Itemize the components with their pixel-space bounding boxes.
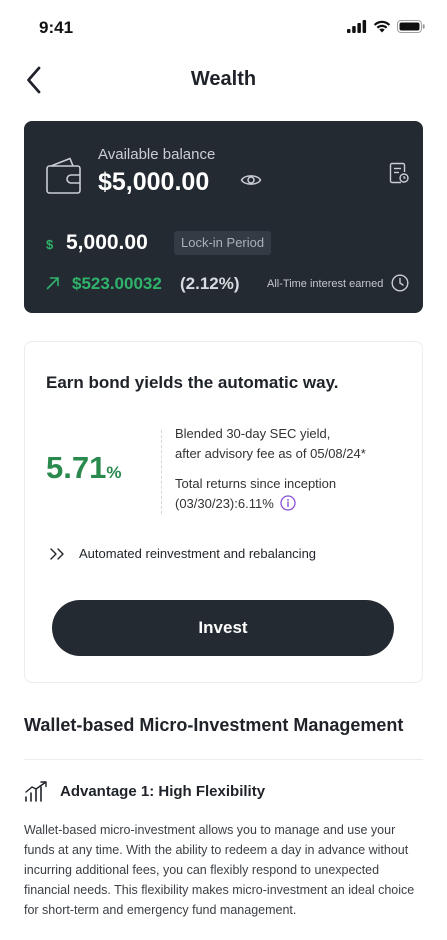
- yield-divider: [161, 430, 162, 514]
- nav-bar: Wealth: [0, 56, 447, 104]
- yield-description: Blended 30-day SEC yield, after advisory…: [175, 424, 415, 464]
- currency-symbol: $: [46, 237, 54, 252]
- locked-amount: 5,000.00: [66, 231, 148, 254]
- auto-reinvest-text: Automated reinvestment and rebalancing: [79, 546, 317, 561]
- yield-card: Earn bond yields the automatic way. 5.71…: [24, 341, 423, 683]
- signal-icon: [347, 20, 367, 33]
- status-icons: [347, 20, 425, 33]
- returns-line-2: (03/30/23):6.11%: [175, 496, 274, 511]
- double-chevron-right-icon: [50, 547, 64, 560]
- wallet-icon: [46, 157, 81, 194]
- status-time: 9:41: [39, 18, 74, 37]
- info-icon[interactable]: [280, 495, 297, 511]
- interest-amount: $523.00032: [72, 274, 162, 293]
- yield-card-title: Earn bond yields the automatic way.: [46, 373, 339, 392]
- yield-rate: 5.71%: [46, 450, 121, 486]
- yield-rate-unit: %: [106, 463, 122, 482]
- interest-label: All-Time interest earned: [267, 278, 384, 290]
- balance-card: Available balance $5,000.00 $ 5,000.00 L…: [24, 121, 423, 313]
- status-bar: 9:41: [0, 0, 447, 56]
- available-balance-amount: $5,000.00: [98, 168, 210, 196]
- trend-up-icon: [46, 277, 59, 290]
- returns-line-1: Total returns since inception: [175, 476, 337, 491]
- page-title: Wealth: [190, 68, 257, 90]
- wifi-icon: [373, 20, 391, 33]
- statement-icon[interactable]: [389, 162, 409, 184]
- lock-in-badge: Lock-in Period: [174, 231, 272, 255]
- yield-line-2: after advisory fee as of 05/08/24*: [175, 446, 366, 461]
- section-divider: [24, 759, 423, 760]
- auto-reinvest-row: Automated reinvestment and rebalancing: [49, 546, 316, 561]
- eye-icon[interactable]: [240, 172, 262, 188]
- growth-chart-icon: [25, 781, 47, 802]
- returns-line-2-wrap: (03/30/23):6.11%: [175, 494, 415, 514]
- clock-icon[interactable]: [391, 274, 409, 292]
- returns-description: Total returns since inception (03/30/23)…: [175, 474, 415, 514]
- yield-line-1: Blended 30-day SEC yield,: [175, 426, 331, 441]
- invest-button[interactable]: Invest: [52, 600, 394, 656]
- yield-rate-value: 5.71: [46, 450, 107, 485]
- available-balance-label: Available balance: [98, 146, 216, 163]
- advantage-header: Advantage 1: High Flexibility: [24, 780, 265, 802]
- advantage-title: Advantage 1: High Flexibility: [60, 782, 266, 800]
- advantage-body: Wallet-based micro-investment allows you…: [24, 823, 415, 917]
- battery-icon: [397, 20, 425, 33]
- interest-percent: (2.12%): [180, 274, 240, 293]
- section-title: Wallet-based Micro-Investment Management: [24, 715, 404, 735]
